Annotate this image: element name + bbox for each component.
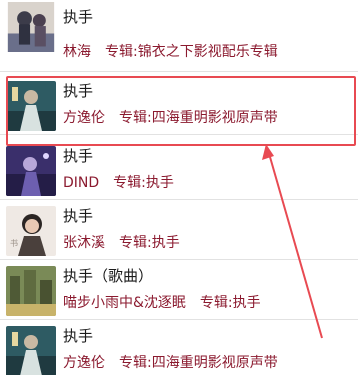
artist-name: 张沐溪 xyxy=(63,235,105,251)
svg-text:书: 书 xyxy=(10,238,18,248)
song-meta: 林海 专辑:锦衣之下影视配乐专辑 xyxy=(63,41,278,61)
song-title: 执手 xyxy=(63,207,94,225)
album-name: 专辑:执手 xyxy=(119,235,180,251)
album-name: 专辑:四海重明影视原声带 xyxy=(119,355,278,371)
artist-name: DIND xyxy=(63,175,100,191)
album-name: 专辑:锦衣之下影视配乐专辑 xyxy=(105,44,278,60)
song-meta: 方逸伦 专辑:四海重明影视原声带 xyxy=(63,107,278,127)
artist-name: 喵步小雨中&沈逐眠 xyxy=(63,295,186,311)
song-row[interactable]: 执手 方逸伦 专辑:四海重明影视原声带 xyxy=(0,75,358,135)
song-meta: 张沐溪 专辑:执手 xyxy=(63,232,180,252)
album-cover-portrait-icon: 书 xyxy=(6,206,56,256)
album-cover-costume-drama-icon xyxy=(6,81,56,131)
song-row[interactable]: 执手 林海 专辑:锦衣之下影视配乐专辑 xyxy=(0,2,358,72)
song-row[interactable]: 书 执手 张沐溪 专辑:执手 xyxy=(0,200,358,260)
album-name: 专辑:执手 xyxy=(199,295,261,311)
album-cover-costume-drama-icon xyxy=(6,326,56,375)
album-cover-purple-figure-icon xyxy=(6,146,56,196)
artist-name: 方逸伦 xyxy=(63,110,105,126)
song-title: 执手 xyxy=(63,147,94,165)
song-row[interactable]: 执手 DIND 专辑:执手 xyxy=(0,140,358,200)
album-name: 专辑:执手 xyxy=(113,175,174,191)
song-title: 执手（歌曲） xyxy=(63,267,154,285)
artist-name: 林海 xyxy=(63,44,91,60)
song-row[interactable]: 执手（歌曲） 喵步小雨中&沈逐眠 专辑:执手 xyxy=(0,260,358,320)
album-cover-ink-painting-icon xyxy=(6,2,56,56)
song-title: 执手 xyxy=(63,82,94,100)
song-title: 执手 xyxy=(63,327,94,345)
song-title: 执手 xyxy=(63,8,94,26)
song-row[interactable]: 执手 方逸伦 专辑:四海重明影视原声带 xyxy=(0,320,358,375)
song-meta: 喵步小雨中&沈逐眠 专辑:执手 xyxy=(63,292,261,312)
song-meta: 方逸伦 专辑:四海重明影视原声带 xyxy=(63,352,278,372)
song-meta: DIND 专辑:执手 xyxy=(63,172,174,192)
artist-name: 方逸伦 xyxy=(63,355,105,371)
song-list: 执手 林海专辑:锦衣之下影视配乐专辑 执手 方逸伦专辑:四海重明影视原声带 xyxy=(0,0,358,375)
album-cover-green-city-icon xyxy=(6,266,56,316)
album-name: 专辑:四海重明影视原声带 xyxy=(119,110,278,126)
